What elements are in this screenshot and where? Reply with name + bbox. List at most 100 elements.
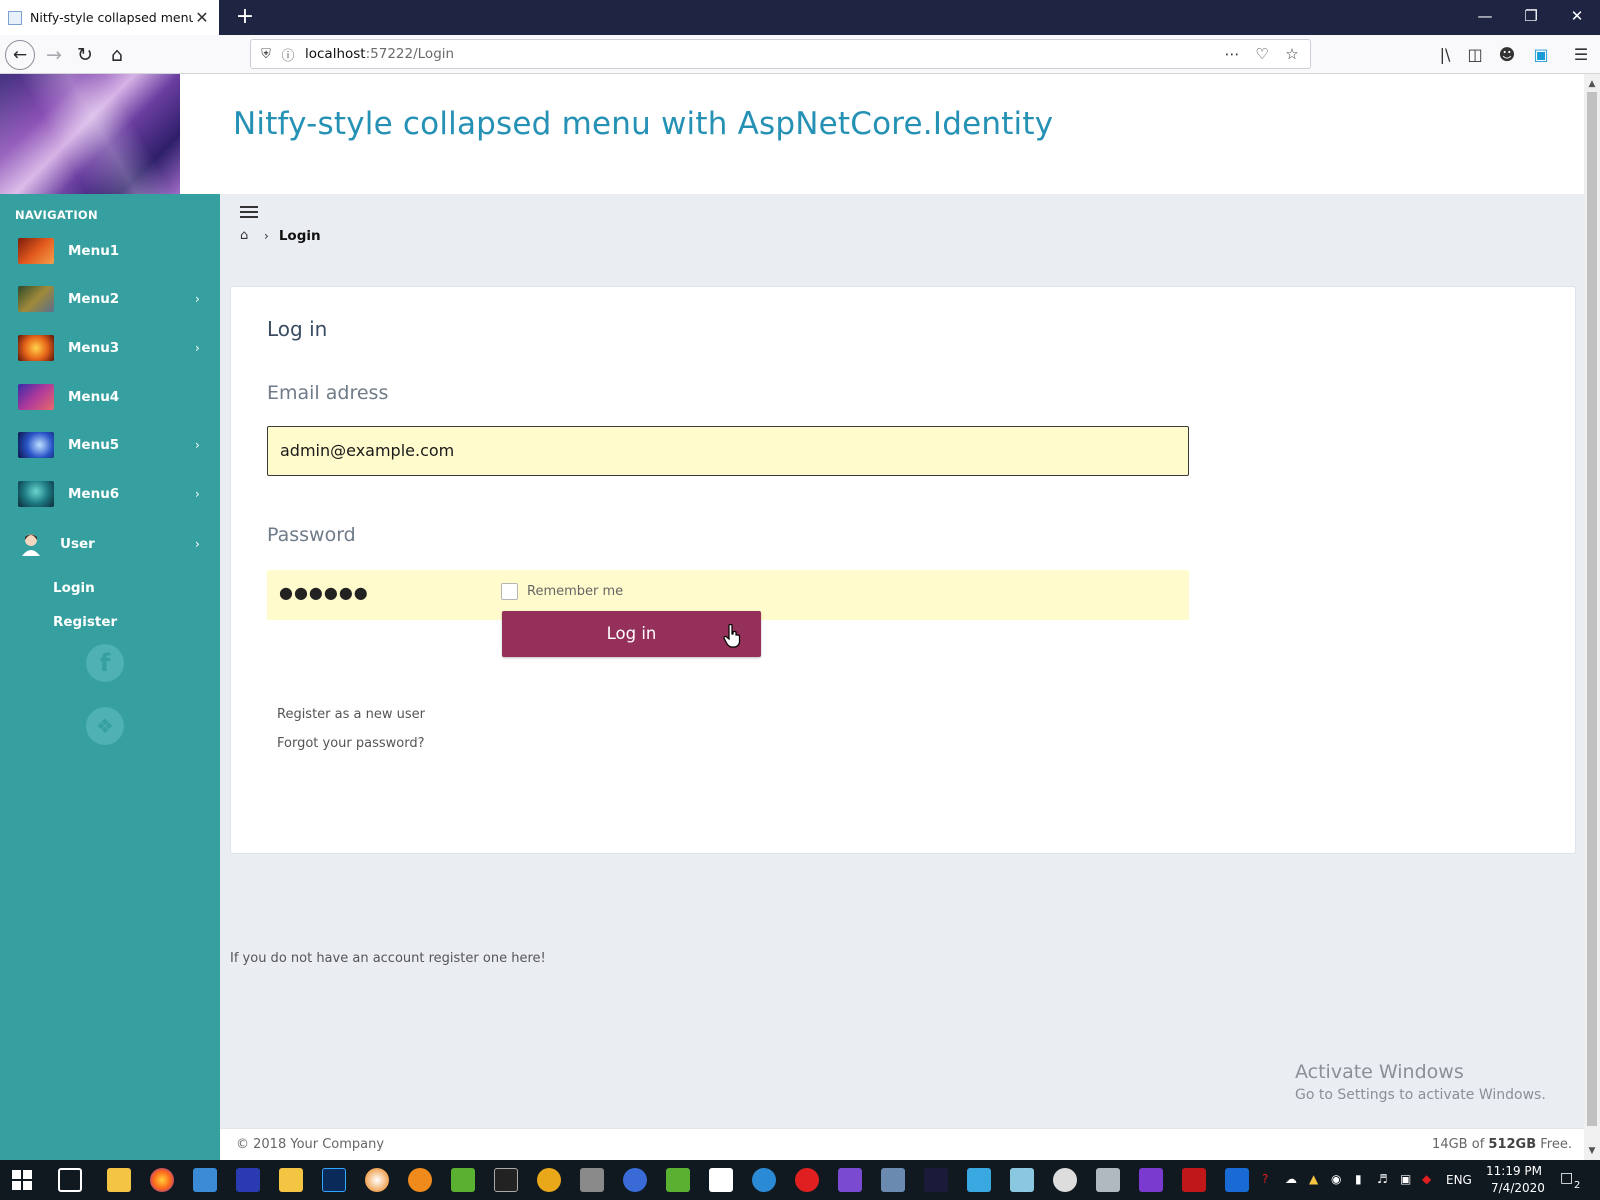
app-icon[interactable] (967, 1168, 991, 1192)
sidebar-item-menu6[interactable]: Menu6 › (0, 470, 220, 518)
tools-icon[interactable] (580, 1168, 604, 1192)
menu-icon[interactable]: ☰ (1568, 42, 1594, 68)
app-icon[interactable] (1096, 1168, 1120, 1192)
menu-toggle-icon[interactable] (240, 206, 258, 220)
app-icon[interactable] (752, 1168, 776, 1192)
app-icon[interactable] (236, 1168, 260, 1192)
scroll-up-icon[interactable]: ▲ (1584, 76, 1600, 92)
browser-nav-bar: ← → ↻ ⌂ ⛨ ⓘ localhost:57222/Login ⋯ ♡ ☆ … (0, 35, 1600, 74)
tray-icon[interactable]: ▣ (1400, 1172, 1411, 1186)
sidebar-item-menu1[interactable]: Menu1 (0, 227, 220, 275)
volume-icon[interactable]: ♬ (1377, 1172, 1388, 1186)
tray-icon[interactable]: ? (1262, 1172, 1268, 1186)
filezilla-icon[interactable] (1182, 1168, 1206, 1192)
chevron-right-icon: › (264, 229, 269, 243)
page-footer: © 2018 Your Company 14GB of 512GB Free. (220, 1128, 1584, 1160)
photoshop-icon[interactable] (322, 1168, 346, 1192)
remember-me-checkbox[interactable] (501, 583, 518, 600)
browser-tab[interactable]: Nitfy-style collapsed menu ✕ (0, 0, 219, 35)
folder-icon[interactable] (279, 1168, 303, 1192)
window-minimize-button[interactable]: — (1462, 0, 1508, 35)
visual-studio-icon[interactable] (838, 1168, 862, 1192)
breadcrumb-home-icon[interactable]: ⌂ (240, 228, 256, 244)
url-bar[interactable]: ⛨ ⓘ localhost:57222/Login ⋯ ♡ ☆ (250, 39, 1311, 69)
sidebar-item-menu5[interactable]: Menu5 › (0, 421, 220, 469)
forgot-password-link[interactable]: Forgot your password? (277, 736, 425, 751)
storage-suffix: Free. (1540, 1137, 1572, 1152)
app-icon[interactable] (193, 1168, 217, 1192)
password-mask: ●●●●●● (279, 583, 369, 602)
file-explorer-icon[interactable] (107, 1168, 131, 1192)
terminal-icon[interactable] (494, 1168, 518, 1192)
chevron-right-icon: › (195, 438, 200, 452)
tray-icon[interactable]: ☁ (1285, 1172, 1297, 1186)
page-actions-icon[interactable]: ⋯ (1222, 43, 1242, 65)
new-tab-button[interactable]: + (232, 4, 258, 30)
email-field[interactable]: admin@example.com (267, 426, 1189, 476)
register-link[interactable]: Register as a new user (277, 707, 425, 722)
main-content: ⌂ › Login Log in Email adress admin@exam… (220, 194, 1584, 1160)
visual-studio-icon[interactable] (1139, 1168, 1163, 1192)
sidebar-subitem-register[interactable]: Register (53, 614, 117, 630)
forward-arrow-icon[interactable]: → (39, 40, 69, 70)
save-to-device-icon[interactable]: ▣ (1528, 42, 1554, 68)
notifications-icon[interactable]: □ (1560, 1170, 1573, 1186)
app-icon[interactable] (666, 1168, 690, 1192)
home-icon[interactable]: ⌂ (102, 40, 132, 70)
shield-icon[interactable]: ⛨ (255, 47, 277, 62)
info-icon[interactable]: ⓘ (277, 45, 299, 64)
back-arrow-icon[interactable]: ← (5, 40, 35, 70)
windows-start-icon[interactable] (12, 1170, 32, 1190)
app-icon[interactable] (451, 1168, 475, 1192)
app-icon[interactable] (881, 1168, 905, 1192)
sidebar-item-user[interactable]: User › (0, 520, 220, 568)
app-icon[interactable] (924, 1168, 948, 1192)
facebook-icon[interactable]: f (86, 644, 124, 682)
app-icon[interactable] (1053, 1168, 1077, 1192)
scrollbar-thumb[interactable] (1587, 92, 1597, 1126)
remember-me-label: Remember me (527, 584, 624, 599)
login-card: Log in Email adress admin@example.com Pa… (230, 286, 1576, 854)
breadcrumb: ⌂ › Login (240, 228, 321, 244)
tray-icon[interactable]: ▮ (1355, 1172, 1362, 1186)
app-icon[interactable] (408, 1168, 432, 1192)
sidebar-item-menu3[interactable]: Menu3 › (0, 324, 220, 372)
window-close-button[interactable]: ✕ (1554, 0, 1600, 35)
window-restore-button[interactable]: ❐ (1508, 0, 1554, 35)
chevron-right-icon: › (195, 487, 200, 501)
task-view-icon[interactable] (58, 1168, 82, 1192)
app-icon[interactable] (537, 1168, 561, 1192)
menu3-thumbnail-icon (18, 335, 54, 361)
tray-icon[interactable]: ▲ (1309, 1172, 1318, 1186)
app-icon[interactable] (623, 1168, 647, 1192)
clock-date[interactable]: 7/4/2020 (1491, 1181, 1545, 1195)
twitter-icon[interactable]: ❖ (86, 707, 124, 745)
app-icon[interactable] (1225, 1168, 1249, 1192)
clock-time[interactable]: 11:19 PM (1486, 1164, 1542, 1178)
network-icon[interactable]: ◉ (1331, 1172, 1341, 1186)
firefox-icon[interactable] (150, 1168, 174, 1192)
app-icon[interactable] (709, 1168, 733, 1192)
language-indicator[interactable]: ENG (1446, 1173, 1472, 1187)
browser-tab-bar: Nitfy-style collapsed menu ✕ + — ❐ ✕ (0, 0, 1600, 35)
app-icon[interactable] (1010, 1168, 1034, 1192)
opera-icon[interactable] (795, 1168, 819, 1192)
breadcrumb-current: Login (278, 228, 321, 244)
site-header: Nitfy-style collapsed menu with AspNetCo… (0, 74, 1584, 194)
bookmark-star-icon[interactable]: ☆ (1282, 43, 1302, 65)
sidebar-subitem-login[interactable]: Login (53, 580, 95, 596)
account-icon[interactable]: ☻ (1494, 42, 1520, 68)
sidebar-item-menu4[interactable]: Menu4 (0, 373, 220, 421)
library-icon[interactable]: |\ (1432, 42, 1458, 68)
tray-icon[interactable]: ◆ (1422, 1172, 1431, 1186)
sidebar-toggle-icon[interactable]: ◫ (1462, 42, 1488, 68)
url-host: localhost (305, 46, 366, 62)
reload-icon[interactable]: ↻ (70, 40, 100, 70)
sidebar-item-menu2[interactable]: Menu2 › (0, 275, 220, 323)
blender-icon[interactable] (365, 1168, 389, 1192)
tab-close-icon[interactable]: ✕ (193, 8, 211, 27)
scroll-down-icon[interactable]: ▼ (1584, 1143, 1600, 1159)
pocket-icon[interactable]: ♡ (1252, 43, 1272, 65)
remember-me[interactable]: Remember me (501, 583, 623, 600)
chevron-right-icon: › (195, 341, 200, 355)
